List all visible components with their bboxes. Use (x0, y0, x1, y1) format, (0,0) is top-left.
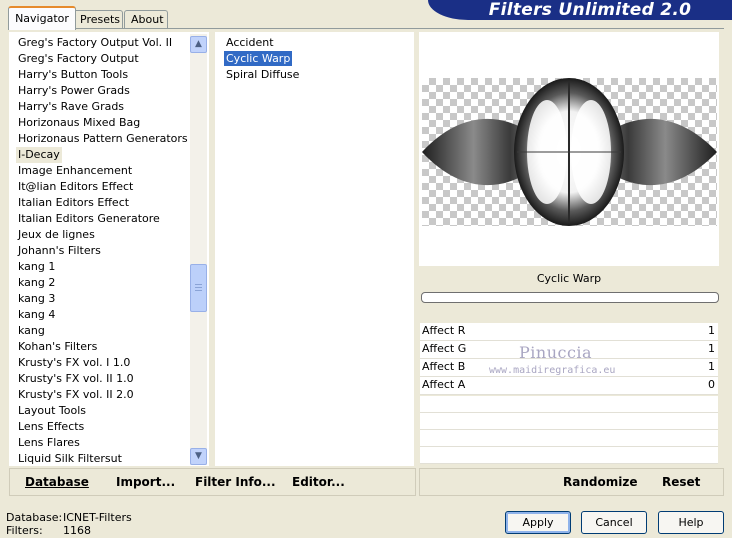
filter-item[interactable]: Cyclic Warp (224, 51, 293, 66)
grip-line (195, 290, 202, 291)
category-item[interactable]: Krusty's FX vol. II 2.0 (16, 387, 136, 403)
cancel-button[interactable]: Cancel (581, 511, 647, 534)
category-item[interactable]: Krusty's FX vol. II 1.0 (16, 371, 136, 387)
category-item[interactable]: Harry's Power Grads (16, 83, 132, 99)
import-button[interactable]: Import... (116, 475, 175, 489)
filter-item[interactable]: Accident (224, 35, 276, 50)
category-item[interactable]: Liquid Silk Filtersut (16, 451, 124, 467)
category-item[interactable]: Image Enhancement (16, 163, 134, 179)
param-value[interactable]: 1 (708, 360, 715, 373)
category-item[interactable]: Harry's Button Tools (16, 67, 130, 83)
watermark-url: www.maidiregrafica.eu (489, 365, 616, 376)
filter-list[interactable]: Accident Cyclic Warp Spiral Diffuse (215, 32, 414, 466)
category-item[interactable]: Horizonaus Mixed Bag (16, 115, 142, 131)
category-item[interactable]: kang 1 (16, 259, 57, 275)
category-item[interactable]: Krusty's FX vol. I 1.0 (16, 355, 132, 371)
status-filters-label: Filters: (6, 524, 43, 537)
tab-panel-border (8, 28, 724, 29)
preview-panel (419, 32, 719, 266)
category-item[interactable]: Horizonaus Pattern Generators (16, 131, 190, 147)
param-label: Affect B (422, 360, 466, 373)
apply-button[interactable]: Apply (505, 511, 571, 534)
param-row-affect-r[interactable]: Affect R 1 (420, 323, 718, 341)
param-row-affect-a[interactable]: Affect A 0 (420, 377, 718, 395)
status-database-label: Database: (6, 511, 63, 524)
param-row-empty (420, 447, 718, 464)
grip-line (195, 284, 202, 285)
category-item[interactable]: I-Decay (16, 147, 62, 163)
category-item[interactable]: Greg's Factory Output Vol. II (16, 35, 174, 51)
grip-line (195, 287, 202, 288)
category-item[interactable]: kang (16, 323, 47, 339)
category-item[interactable]: kang 2 (16, 275, 57, 291)
param-value[interactable]: 1 (708, 324, 715, 337)
param-value[interactable]: 1 (708, 342, 715, 355)
category-item[interactable]: Greg's Factory Output (16, 51, 141, 67)
reset-button[interactable]: Reset (662, 475, 700, 489)
param-row-empty (420, 430, 718, 447)
status-database-value: ICNET-Filters (63, 511, 132, 524)
filter-info-button[interactable]: Filter Info... (195, 475, 276, 489)
category-item[interactable]: Italian Editors Generatore (16, 211, 162, 227)
watermark-name: Pinuccia (519, 343, 593, 362)
param-label: Affect A (422, 378, 466, 391)
scroll-thumb[interactable] (190, 264, 207, 312)
param-value[interactable]: 0 (708, 378, 715, 391)
progress-bar (421, 292, 719, 303)
editor-button[interactable]: Editor... (292, 475, 345, 489)
chevron-up-icon[interactable]: ▲ (190, 36, 207, 53)
category-item[interactable]: Harry's Rave Grads (16, 99, 126, 115)
tab-navigator[interactable]: Navigator (8, 6, 76, 30)
category-item[interactable]: Italian Editors Effect (16, 195, 131, 211)
chevron-down-icon[interactable]: ▼ (190, 448, 207, 465)
param-label: Affect G (422, 342, 467, 355)
tab-presets[interactable]: Presets (73, 10, 123, 29)
status-filters-value: 1168 (63, 524, 91, 537)
category-item[interactable]: kang 3 (16, 291, 57, 307)
randomize-button[interactable]: Randomize (563, 475, 637, 489)
param-label: Affect R (422, 324, 466, 337)
category-item[interactable]: Layout Tools (16, 403, 88, 419)
category-item[interactable]: Johann's Filters (16, 243, 103, 259)
filter-name-label: Cyclic Warp (536, 272, 602, 285)
param-row-empty (420, 413, 718, 430)
preview-image (422, 78, 717, 226)
help-button[interactable]: Help (658, 511, 724, 534)
category-item[interactable]: Jeux de lignes (16, 227, 97, 243)
category-list[interactable]: Greg's Factory Output Vol. II Greg's Fact… (9, 32, 209, 466)
tab-about[interactable]: About (124, 10, 168, 29)
category-item[interactable]: Lens Flares (16, 435, 82, 451)
param-row-empty (420, 396, 718, 413)
category-scrollbar[interactable]: ▲ ▼ (190, 34, 207, 465)
database-button[interactable]: Database (25, 475, 89, 489)
category-item[interactable]: It@lian Editors Effect (16, 179, 135, 195)
category-item[interactable]: Kohan's Filters (16, 339, 99, 355)
filter-item[interactable]: Spiral Diffuse (224, 67, 301, 82)
category-item[interactable]: kang 4 (16, 307, 57, 323)
category-item[interactable]: Lens Effects (16, 419, 86, 435)
app-title: Filters Unlimited 2.0 (488, 0, 692, 20)
